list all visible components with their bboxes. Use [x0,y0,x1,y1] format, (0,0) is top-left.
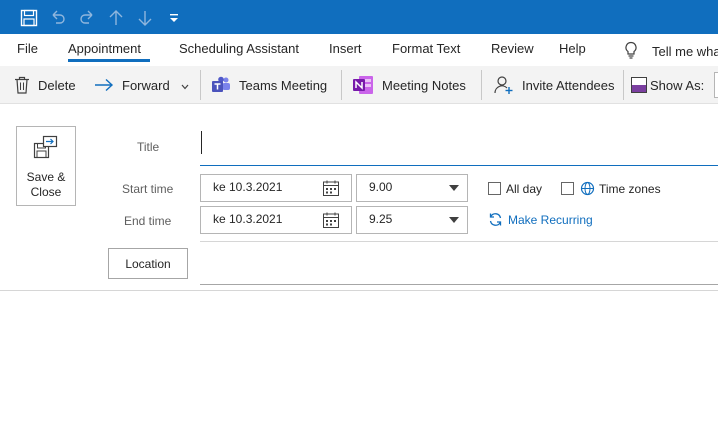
trash-icon [14,76,30,94]
chevron-down-icon[interactable] [181,78,189,93]
tab-scheduling-assistant[interactable]: Scheduling Assistant [179,41,299,56]
ribbon-separator [341,70,342,100]
ribbon-separator [481,70,482,100]
redo-icon[interactable] [76,7,98,29]
invite-attendees-label: Invite Attendees [522,77,615,93]
end-time-label: End time [124,214,172,228]
ribbon-separator [623,70,624,100]
teams-meeting-button[interactable]: Teams Meeting [211,74,327,96]
appointment-body-editor[interactable] [0,291,718,424]
meeting-notes-button[interactable]: Meeting Notes [352,74,466,96]
recurrence-icon [489,213,502,226]
make-recurring-link[interactable]: Make Recurring [488,212,593,227]
divider [200,241,718,242]
customize-qat-icon[interactable] [163,7,185,29]
start-date-value: ke 10.3.2021 [213,180,283,194]
save-and-close-button[interactable]: Save & Close [16,126,76,206]
text-caret [201,131,202,154]
arrow-up-icon[interactable] [105,7,127,29]
arrow-down-icon[interactable] [134,7,156,29]
all-day-label: All day [506,182,543,196]
location-underline [200,284,718,285]
location-button[interactable]: Location [108,248,188,279]
ribbon-separator [200,70,201,100]
time-zones-label: Time zones [599,182,661,196]
delete-label: Delete [38,77,76,93]
lightbulb-icon [624,41,638,62]
save-close-label-line1: Save & [26,170,66,184]
make-recurring-label: Make Recurring [508,212,593,227]
location-input[interactable] [200,250,718,284]
delete-button[interactable]: Delete [14,74,76,96]
quick-access-toolbar [0,0,718,34]
tab-insert[interactable]: Insert [329,41,362,56]
tell-me-label: Tell me wha [652,44,718,59]
calendar-icon[interactable] [323,212,339,231]
show-as-button[interactable]: Show As: [631,74,704,96]
tab-help[interactable]: Help [559,41,586,56]
dropdown-arrow-icon [449,217,459,223]
globe-icon [580,181,595,199]
tab-review[interactable]: Review [491,41,534,56]
save-close-icon [33,135,59,164]
tab-format-text[interactable]: Format Text [392,41,460,56]
teams-icon [211,76,231,94]
tab-file[interactable]: File [17,41,38,56]
end-time-value: 9.25 [369,212,393,226]
undo-icon[interactable] [47,7,69,29]
forward-button[interactable]: Forward [94,74,189,96]
all-day-checkbox[interactable] [488,182,501,195]
active-tab-indicator [68,59,150,62]
end-time-dropdown[interactable]: 9.25 [356,206,468,234]
invite-attendees-button[interactable]: Invite Attendees [494,74,615,96]
start-time-value: 9.00 [369,180,393,194]
ribbon-commands: Delete Forward Teams Meeting Meeting Not… [0,66,718,104]
tell-me-search[interactable]: Tell me wha [624,41,718,62]
end-date-value: ke 10.3.2021 [213,212,283,226]
end-date-picker[interactable]: ke 10.3.2021 [200,206,352,234]
title-input[interactable] [200,128,718,166]
add-person-icon [494,75,514,95]
start-time-dropdown[interactable]: 9.00 [356,174,468,202]
tab-appointment[interactable]: Appointment [68,41,141,56]
show-as-dropdown[interactable] [714,72,718,98]
location-button-label: Location [125,256,171,271]
save-close-label-line2: Close [30,185,62,199]
forward-label: Forward [122,77,170,93]
start-time-label: Start time [122,182,174,196]
forward-arrow-icon [94,78,114,92]
teams-meeting-label: Teams Meeting [239,77,328,93]
title-label: Title [137,140,160,154]
calendar-icon[interactable] [323,180,339,199]
onenote-icon [352,75,374,95]
busy-status-icon [631,77,647,93]
time-zones-checkbox[interactable] [561,182,574,195]
start-date-picker[interactable]: ke 10.3.2021 [200,174,352,202]
save-icon[interactable] [18,7,40,29]
meeting-notes-label: Meeting Notes [382,77,466,93]
dropdown-arrow-icon [449,185,459,191]
show-as-label: Show As: [650,77,705,93]
